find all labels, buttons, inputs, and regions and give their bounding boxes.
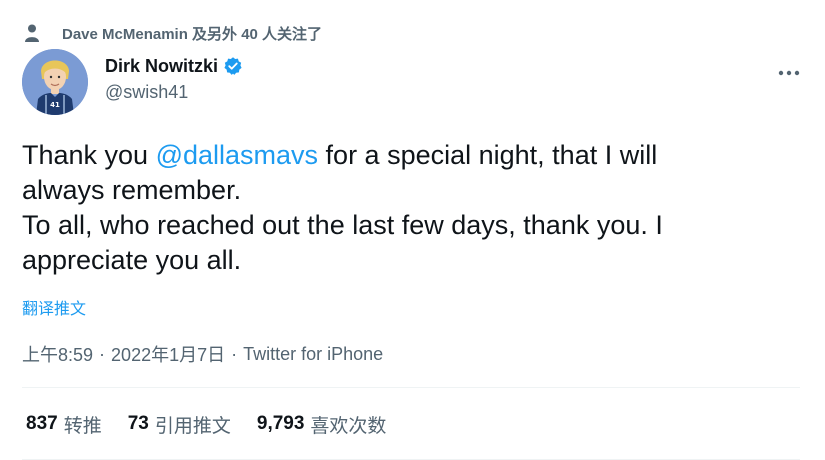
tweet-line-4: appreciate you all. bbox=[22, 245, 242, 275]
separator: · bbox=[99, 343, 106, 364]
handle[interactable]: @swish41 bbox=[105, 80, 243, 104]
tweet-text-segment: Thank you bbox=[22, 140, 156, 170]
quote-tweets-label: 引用推文 bbox=[154, 415, 231, 437]
translate-tweet-link[interactable]: 翻译推文 bbox=[22, 295, 86, 319]
divider bbox=[22, 387, 800, 388]
tweet-line-3: To all, who reached out the last few day… bbox=[22, 210, 663, 240]
likes-count: 9,793 bbox=[256, 413, 305, 434]
display-name[interactable]: Dirk Nowitzki bbox=[105, 54, 218, 78]
social-context[interactable]: Dave McMenamin 及另外 40 人关注了 bbox=[22, 20, 322, 46]
likes-stat[interactable]: 9,793 喜欢次数 bbox=[257, 411, 387, 438]
engagement-stats: 837 转推 73 引用推文 9,793 喜欢次数 bbox=[26, 408, 412, 440]
person-icon bbox=[22, 23, 42, 43]
tweet-date[interactable]: 2022年1月7日 bbox=[111, 341, 225, 367]
retweets-label: 转推 bbox=[63, 415, 102, 437]
tweet-text: Thank you @dallasmavs for a special nigh… bbox=[22, 138, 812, 278]
author-row: 41 Dirk Nowitzki @swish41 bbox=[22, 49, 807, 115]
mention-link[interactable]: @dallasmavs bbox=[156, 140, 318, 170]
tweet-metadata: 上午8:59 · 2022年1月7日 · Twitter for iPhone bbox=[22, 341, 383, 367]
retweets-count: 837 bbox=[26, 413, 58, 434]
author-meta: Dirk Nowitzki @swish41 bbox=[105, 54, 243, 104]
quote-tweets-count: 73 bbox=[127, 413, 149, 434]
tweet-time[interactable]: 上午8:59 bbox=[22, 341, 93, 367]
retweets-stat[interactable]: 837 转推 bbox=[26, 411, 102, 438]
tweet-source[interactable]: Twitter for iPhone bbox=[243, 344, 383, 365]
name-line: Dirk Nowitzki bbox=[105, 54, 243, 78]
tweet-line-1: Thank you @dallasmavs for a special nigh… bbox=[22, 138, 812, 173]
social-context-text: Dave McMenamin 及另外 40 人关注了 bbox=[62, 25, 323, 43]
more-icon bbox=[778, 70, 800, 76]
likes-label: 喜欢次数 bbox=[310, 415, 387, 437]
separator: · bbox=[231, 343, 238, 364]
verified-badge-icon bbox=[223, 56, 243, 76]
avatar[interactable]: 41 bbox=[22, 49, 88, 115]
tweet-line-2: always remember. bbox=[22, 175, 242, 205]
tweet-text-segment: for a special night, that I will bbox=[318, 140, 658, 170]
more-options-button[interactable] bbox=[771, 55, 807, 91]
quote-tweets-stat[interactable]: 73 引用推文 bbox=[128, 411, 231, 438]
svg-text:41: 41 bbox=[50, 101, 60, 109]
